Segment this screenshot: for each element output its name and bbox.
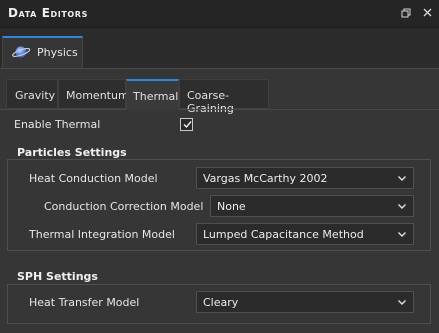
heat-conduction-model-value: Vargas McCarthy 2002	[203, 172, 328, 185]
sph-settings-title: SPH Settings	[17, 270, 98, 283]
window-title: Data Editors	[8, 6, 88, 20]
tab-physics[interactable]: Physics	[2, 36, 83, 68]
thermal-integration-model-select[interactable]: Lumped Capacitance Method	[196, 223, 414, 245]
conduction-correction-model-label: Conduction Correction Model	[44, 200, 204, 213]
heat-transfer-model-value: Cleary	[203, 296, 239, 309]
close-icon[interactable]	[420, 5, 434, 21]
heat-transfer-model-label: Heat Transfer Model	[29, 296, 140, 309]
chevron-down-icon	[398, 204, 406, 209]
sub-tab-strip: Gravity Momentum Thermal Coarse-Graining	[0, 79, 439, 115]
planet-icon	[11, 44, 31, 64]
thermal-integration-model-value: Lumped Capacitance Method	[203, 228, 364, 241]
thermal-integration-model-label: Thermal Integration Model	[29, 228, 175, 241]
particles-settings-title: Particles Settings	[17, 146, 127, 159]
enable-thermal-label: Enable Thermal	[14, 118, 101, 131]
tab-physics-label: Physics	[37, 46, 78, 59]
chevron-down-icon	[398, 232, 406, 237]
chevron-down-icon	[398, 300, 406, 305]
heat-transfer-model-select[interactable]: Cleary	[196, 291, 414, 313]
tab-momentum[interactable]: Momentum	[58, 79, 129, 109]
conduction-correction-model-select[interactable]: None	[210, 195, 414, 217]
tab-gravity[interactable]: Gravity	[6, 79, 58, 109]
float-window-icon[interactable]	[399, 5, 413, 21]
heat-conduction-model-label: Heat Conduction Model	[29, 172, 158, 185]
heat-conduction-model-select[interactable]: Vargas McCarthy 2002	[196, 167, 414, 189]
tab-divider	[0, 109, 126, 110]
title-bar: Data Editors	[0, 0, 439, 28]
tab-divider	[179, 109, 439, 110]
chevron-down-icon	[398, 176, 406, 181]
main-tab-strip: Physics	[0, 28, 439, 68]
conduction-correction-model-value: None	[217, 200, 246, 213]
tab-thermal[interactable]: Thermal	[126, 79, 179, 110]
enable-thermal-checkbox[interactable]	[180, 118, 193, 131]
tab-coarse-graining[interactable]: Coarse-Graining	[179, 79, 269, 115]
